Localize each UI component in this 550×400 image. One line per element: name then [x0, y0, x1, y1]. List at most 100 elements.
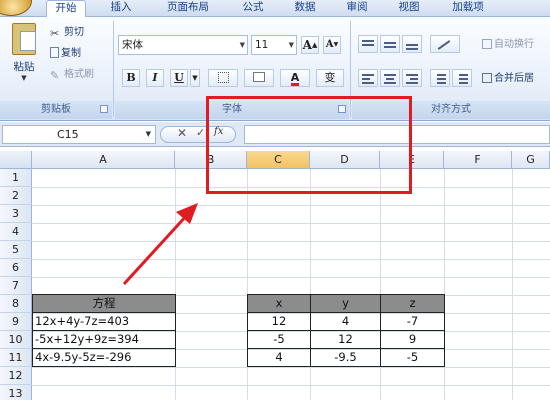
decrease-indent-button[interactable] [430, 69, 450, 87]
coeff-cell[interactable]: -7 [380, 312, 445, 331]
row-header[interactable]: 8 [0, 295, 32, 313]
fill-color-button[interactable] [244, 69, 274, 87]
cell-reference: C15 [57, 128, 79, 141]
format-painter-button[interactable]: ✎ 格式刷 [50, 67, 94, 83]
gridline [32, 367, 550, 368]
column-header-a[interactable]: A [32, 151, 175, 169]
phonetic-label: 变 [324, 71, 336, 84]
underline-dropdown[interactable]: ▼ [190, 69, 200, 87]
wrap-text-button[interactable]: 自动换行 [482, 37, 534, 53]
align-bottom-button[interactable] [402, 35, 422, 53]
ribbon-tab-strip: 开始 插入 页面布局 公式 数据 审阅 视图 加载项 [0, 0, 550, 18]
copy-label: 复制 [61, 48, 81, 59]
brush-icon: ✎ [50, 69, 60, 82]
office-button[interactable] [0, 0, 32, 16]
shrink-font-button[interactable]: A▼ [323, 36, 341, 54]
gridline [32, 241, 550, 242]
align-left-button[interactable] [358, 69, 378, 87]
column-header-f[interactable]: F [444, 151, 512, 169]
row-header[interactable]: 2 [0, 187, 32, 205]
font-color-button[interactable]: A [280, 69, 310, 87]
enter-icon[interactable]: ✓ [196, 126, 205, 139]
tab-review[interactable]: 审阅 [340, 0, 374, 17]
align-middle-button[interactable] [380, 35, 400, 53]
tab-home[interactable]: 开始 [46, 0, 86, 18]
chevron-down-icon: ▼ [145, 130, 151, 138]
row-header[interactable]: 12 [0, 367, 32, 385]
font-name-value: 宋体 [122, 39, 143, 51]
row-header[interactable]: 10 [0, 331, 32, 349]
coeff-cell[interactable]: 4 [247, 348, 311, 367]
tab-formulas[interactable]: 公式 [236, 0, 270, 17]
equation-cell[interactable]: 12x+4y-7z=403 [32, 312, 176, 331]
paste-icon [12, 23, 36, 55]
gridline [32, 277, 550, 278]
underline-button[interactable]: U [170, 69, 188, 87]
coeff-cell[interactable]: 9 [380, 330, 445, 349]
coeff-header-y[interactable]: y [310, 294, 381, 313]
row-header[interactable]: 13 [0, 385, 32, 400]
coeff-cell[interactable]: 4 [310, 312, 381, 331]
font-name-select[interactable]: 宋体 ▼ [118, 35, 248, 55]
fill-bucket-icon [253, 72, 265, 82]
cut-button[interactable]: ✂ 剪切 [50, 25, 84, 41]
align-center-button[interactable] [380, 69, 400, 87]
equation-cell[interactable]: 4x-9.5y-5z=-296 [32, 348, 176, 367]
row-header[interactable]: 9 [0, 313, 32, 331]
row-header[interactable]: 6 [0, 259, 32, 277]
cut-label: 剪切 [64, 27, 84, 38]
merge-icon [482, 73, 492, 83]
italic-button[interactable]: I [146, 69, 164, 87]
row-header[interactable]: 7 [0, 277, 32, 295]
cancel-icon[interactable]: ✕ [177, 126, 187, 140]
paste-label: 粘贴 [13, 61, 35, 73]
equation-cell[interactable]: -5x+12y+9z=394 [32, 330, 176, 349]
paste-button[interactable]: 粘贴 ▼ [6, 21, 42, 95]
tab-page-layout[interactable]: 页面布局 [158, 0, 218, 17]
clipboard-launcher-icon[interactable] [100, 105, 108, 113]
gridline [32, 259, 550, 260]
row-header[interactable]: 5 [0, 241, 32, 259]
select-all-button[interactable] [0, 151, 32, 169]
wrap-text-label: 自动换行 [494, 39, 534, 50]
chevron-down-icon: ▼ [288, 41, 294, 49]
chevron-down-icon: ▼ [239, 41, 245, 49]
row-header[interactable]: 11 [0, 349, 32, 367]
clipboard-group-label: 剪贴板 [0, 101, 112, 119]
increase-indent-button[interactable] [452, 69, 472, 87]
coeff-cell[interactable]: 12 [247, 312, 311, 331]
grow-font-button[interactable]: A▲ [301, 36, 319, 54]
name-box[interactable]: C15 ▼ [2, 125, 156, 144]
orientation-button[interactable] [430, 35, 460, 53]
copy-button[interactable]: 复制 [50, 46, 81, 62]
row-header[interactable]: 1 [0, 169, 32, 187]
align-top-button[interactable] [358, 35, 378, 53]
coeff-header-x[interactable]: x [247, 294, 311, 313]
coeff-cell[interactable]: -5 [247, 330, 311, 349]
coeff-cell[interactable]: 12 [310, 330, 381, 349]
merge-center-label: 合并后居 [494, 73, 534, 84]
bold-button[interactable]: B [122, 69, 140, 87]
wrap-text-icon [482, 39, 492, 49]
border-button[interactable] [208, 69, 238, 87]
tab-view[interactable]: 视图 [392, 0, 426, 17]
copy-icon [50, 47, 59, 58]
font-size-select[interactable]: 11 ▼ [251, 35, 297, 55]
row-header[interactable]: 4 [0, 223, 32, 241]
equations-header-cell[interactable]: 方程 [32, 294, 176, 313]
group-separator [113, 21, 114, 117]
font-size-value: 11 [255, 39, 269, 51]
merge-center-button[interactable]: 合并后居 [482, 71, 534, 87]
row-header[interactable]: 3 [0, 205, 32, 223]
column-header-g[interactable]: G [512, 151, 550, 169]
align-right-button[interactable] [402, 69, 422, 87]
gridline [32, 385, 550, 386]
coeff-header-z[interactable]: z [380, 294, 445, 313]
tab-add-ins[interactable]: 加载项 [444, 0, 492, 17]
coeff-cell[interactable]: -5 [380, 348, 445, 367]
tab-data[interactable]: 数据 [288, 0, 322, 17]
phonetic-guide-button[interactable]: 变 [316, 69, 344, 87]
gridline [512, 169, 513, 400]
coeff-cell[interactable]: -9.5 [310, 348, 381, 367]
tab-insert[interactable]: 插入 [104, 0, 138, 17]
